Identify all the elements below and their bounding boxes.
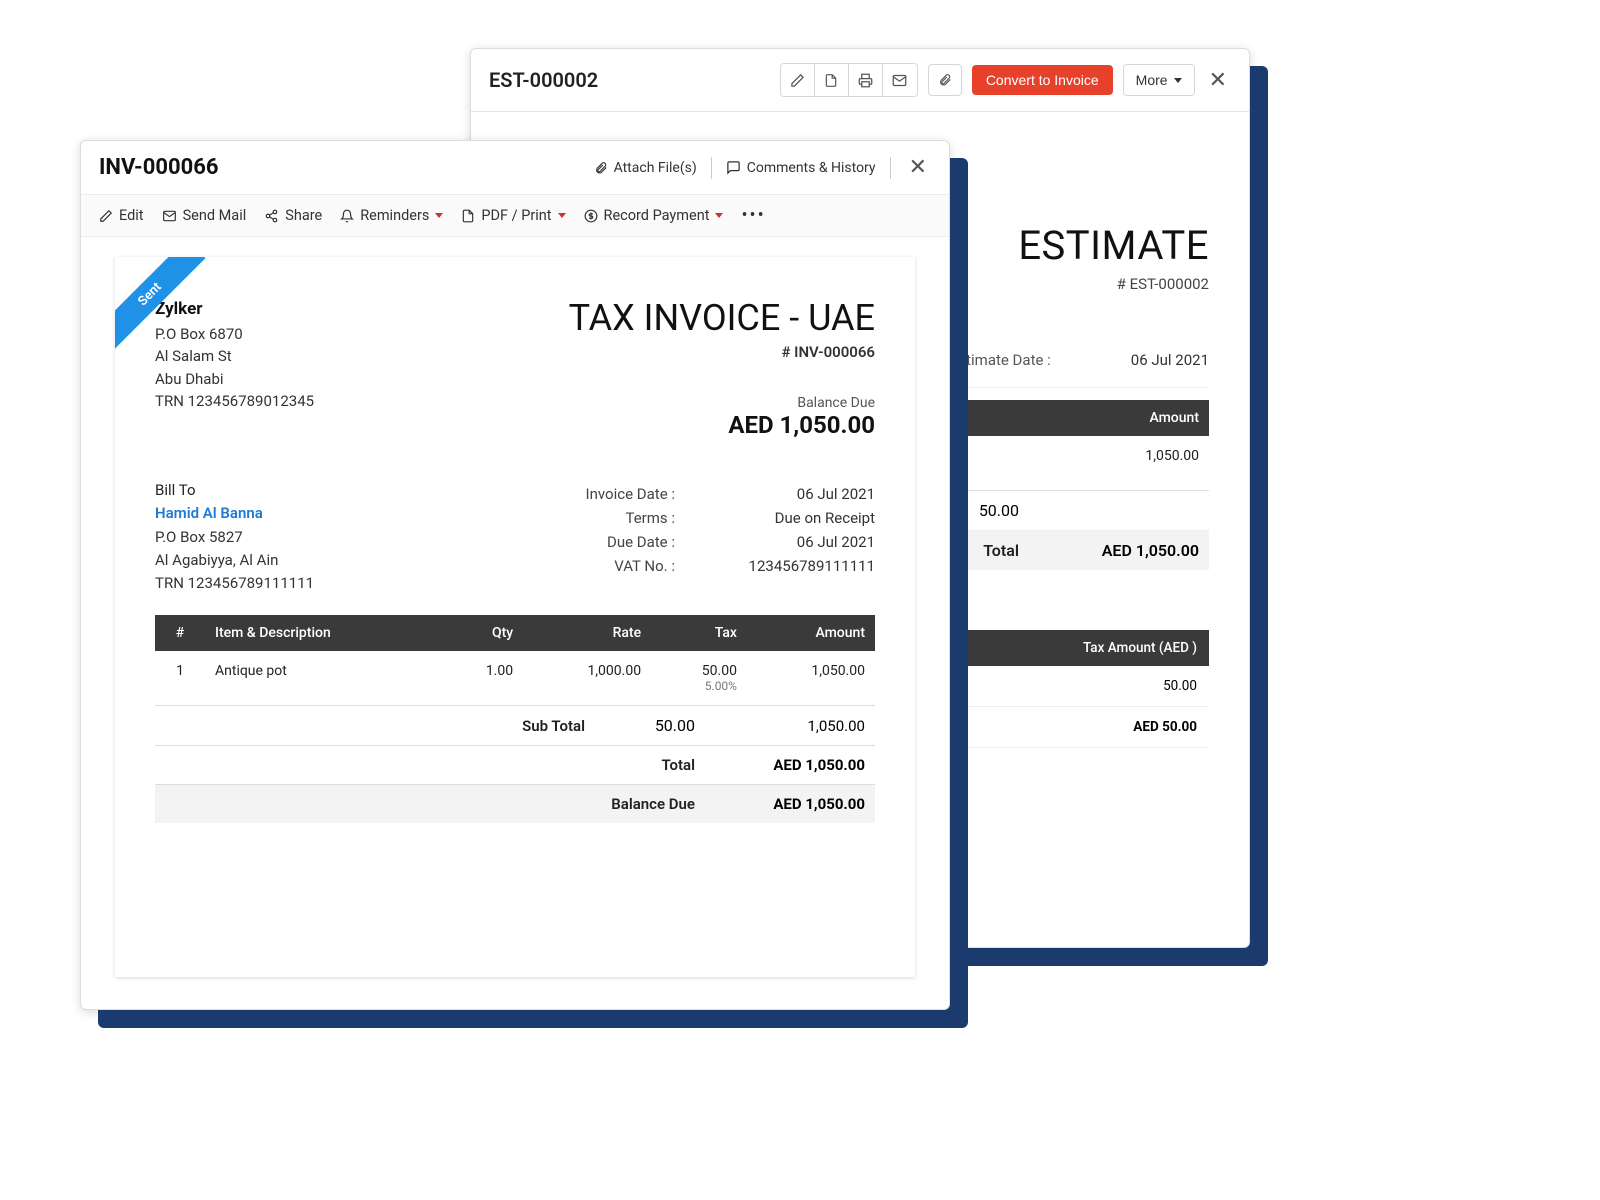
balance-due-row: Balance Due AED 1,050.00 xyxy=(155,784,875,823)
paperclip-icon xyxy=(938,72,952,88)
total-value: AED 1,050.00 xyxy=(1059,541,1199,560)
col-tax: Tax xyxy=(651,615,747,651)
envelope-icon xyxy=(892,73,907,88)
convert-to-invoice-button[interactable]: Convert to Invoice xyxy=(972,65,1113,95)
invoice-doc-title: TAX INVOICE - UAE xyxy=(569,297,875,339)
record-payment-button[interactable]: Record Payment xyxy=(584,207,724,224)
invoice-window: INV-000066 Attach File(s) Comments & His… xyxy=(80,140,950,1010)
comments-label: Comments & History xyxy=(747,160,876,176)
balance-label: Balance Due xyxy=(569,395,875,411)
chevron-down-icon xyxy=(715,213,723,218)
more-label: More xyxy=(1136,72,1168,88)
attachment-icon-button[interactable] xyxy=(928,64,962,96)
bill-to-heading: Bill To xyxy=(155,479,314,502)
status-label: Sent xyxy=(115,257,206,349)
separator xyxy=(890,157,891,179)
bill-to-block: Bill To Hamid Al Banna P.O Box 5827 Al A… xyxy=(155,479,314,595)
more-actions-button[interactable]: ••• xyxy=(741,205,765,226)
estimate-date-value: 06 Jul 2021 xyxy=(1131,351,1209,369)
pdf-icon-button[interactable] xyxy=(815,64,849,96)
subtotal-row: Sub Total 50.00 1,050.00 xyxy=(155,705,875,745)
balance-due: Balance Due AED 1,050.00 xyxy=(569,395,875,439)
invoice-header: INV-000066 Attach File(s) Comments & His… xyxy=(81,141,949,194)
invoice-document: Sent Zylker P.O Box 6870 Al Salam St Abu… xyxy=(115,257,915,977)
invoice-toolbar: Edit Send Mail Share Reminders PDF / Pri… xyxy=(81,194,949,237)
chevron-down-icon xyxy=(1174,78,1182,83)
invoice-items-table: # Item & Description Qty Rate Tax Amount… xyxy=(155,615,875,705)
invoice-title: INV-000066 xyxy=(99,155,218,180)
invoice-meta: Invoice Date :06 Jul 2021 Terms :Due on … xyxy=(545,479,875,595)
share-button[interactable]: Share xyxy=(264,207,322,224)
invoice-heading: TAX INVOICE - UAE # INV-000066 Balance D… xyxy=(569,297,875,439)
col-qty: Qty xyxy=(441,615,523,651)
estimate-toolbar: Convert to Invoice More ✕ xyxy=(780,63,1231,97)
invoice-header-tools: Attach File(s) Comments & History ✕ xyxy=(594,155,931,180)
mail-icon-button[interactable] xyxy=(883,64,917,96)
estimate-date-label: Estimate Date : xyxy=(950,351,1051,369)
print-icon-button[interactable] xyxy=(849,64,883,96)
share-icon xyxy=(264,209,279,223)
dollar-icon xyxy=(584,209,598,223)
estimate-icon-group xyxy=(780,63,918,97)
comment-icon xyxy=(726,160,741,175)
customer-link[interactable]: Hamid Al Banna xyxy=(155,502,314,525)
invoice-doc-number: # INV-000066 xyxy=(569,343,875,361)
close-button[interactable]: ✕ xyxy=(905,155,931,180)
envelope-icon xyxy=(162,209,177,223)
comments-history-button[interactable]: Comments & History xyxy=(726,160,876,176)
paperclip-icon xyxy=(594,160,608,176)
col-item: Item & Description xyxy=(205,615,441,651)
edit-icon-button[interactable] xyxy=(781,64,815,96)
send-mail-button[interactable]: Send Mail xyxy=(162,207,247,224)
attach-files-button[interactable]: Attach File(s) xyxy=(594,160,697,176)
col-rate: Rate xyxy=(523,615,651,651)
table-row: 1 Antique pot 1.00 1,000.00 50.005.00% 1… xyxy=(155,651,875,705)
chevron-down-icon xyxy=(435,213,443,218)
close-button[interactable]: ✕ xyxy=(1205,68,1231,93)
estimate-title: EST-000002 xyxy=(489,68,598,92)
col-amount: Amount xyxy=(973,400,1209,436)
chevron-down-icon xyxy=(558,213,566,218)
col-num: # xyxy=(155,615,205,651)
invoice-totals: Sub Total 50.00 1,050.00 Total AED 1,050… xyxy=(155,705,875,823)
subtotal-tax: 50.00 xyxy=(949,501,1019,520)
attach-label: Attach File(s) xyxy=(614,160,697,176)
separator xyxy=(711,157,712,179)
col-amount: Amount xyxy=(747,615,875,651)
bell-icon xyxy=(340,209,354,223)
balance-amount: AED 1,050.00 xyxy=(569,411,875,439)
printer-icon xyxy=(858,73,873,88)
pencil-icon xyxy=(99,209,113,223)
reminders-button[interactable]: Reminders xyxy=(340,207,443,224)
pdf-icon xyxy=(461,209,475,223)
status-ribbon: Sent xyxy=(115,257,207,349)
total-row: Total AED 1,050.00 xyxy=(155,745,875,784)
pdf-print-button[interactable]: PDF / Print xyxy=(461,207,565,224)
edit-button[interactable]: Edit xyxy=(99,207,144,224)
file-pdf-icon xyxy=(824,73,838,88)
cell-amount: 1,050.00 xyxy=(973,436,1209,490)
estimate-header: EST-000002 Convert to Invoice More ✕ xyxy=(471,49,1249,112)
pencil-icon xyxy=(790,73,805,88)
more-button[interactable]: More xyxy=(1123,64,1195,96)
